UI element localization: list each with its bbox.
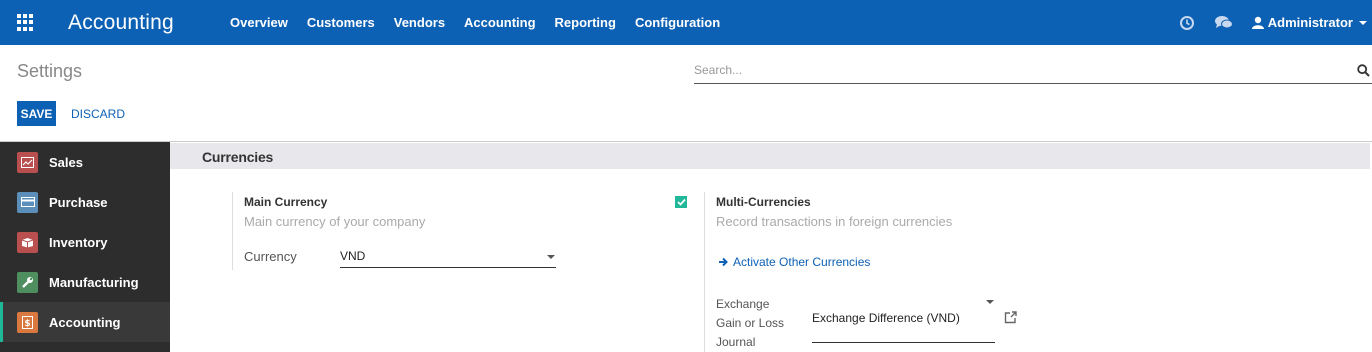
save-button[interactable]: SAVE: [17, 101, 56, 126]
currency-value: VND: [340, 249, 366, 263]
sidebar-item-label: Accounting: [49, 314, 121, 330]
sidebar-item-label: Inventory: [49, 234, 108, 250]
app-title: Accounting: [68, 10, 174, 34]
exchange-journal-label: Exchange Gain or Loss Journal: [716, 295, 796, 352]
invoice-icon: $: [17, 311, 38, 333]
exchange-journal-label-line: Exchange: [716, 297, 770, 311]
apps-grid-icon[interactable]: [17, 13, 35, 32]
multi-currency-checkbox[interactable]: [675, 196, 687, 208]
currency-label: Currency: [244, 249, 297, 264]
top-navbar: Accounting Overview Customers Vendors Ac…: [0, 0, 1372, 45]
control-panel-divider: [0, 141, 1372, 142]
chat-icon[interactable]: [1214, 14, 1233, 32]
user-name: Administrator: [1267, 15, 1353, 30]
menu-customers[interactable]: Customers: [307, 15, 375, 30]
sidebar-item-sales[interactable]: Sales: [0, 142, 170, 182]
user-icon: [1251, 16, 1264, 29]
menu-vendors[interactable]: Vendors: [394, 15, 445, 30]
section-header: Currencies: [170, 143, 1370, 169]
settings-sidebar: Sales Purchase Inventory Manufacturing $…: [0, 142, 170, 352]
sales-chart-icon: [17, 151, 38, 173]
box-icon: [17, 231, 38, 253]
svg-text:$: $: [24, 319, 30, 329]
user-menu[interactable]: Administrator: [1251, 15, 1367, 30]
sidebar-item-label: Purchase: [49, 194, 108, 210]
exchange-journal-label-line: Journal: [716, 335, 756, 349]
credit-card-icon: [17, 191, 38, 213]
exchange-journal-value: Exchange Difference (VND): [812, 311, 960, 325]
setting-divider: [704, 192, 705, 352]
chevron-down-icon: [986, 300, 994, 304]
search-input[interactable]: [694, 60, 1334, 80]
menu-overview[interactable]: Overview: [230, 15, 288, 30]
currency-select[interactable]: VND: [340, 247, 556, 268]
menu-configuration[interactable]: Configuration: [635, 15, 720, 30]
section-title: Currencies: [202, 149, 274, 165]
checkmark-icon: [676, 198, 686, 206]
external-link-icon[interactable]: [1004, 311, 1017, 324]
main-currency-description: Main currency of your company: [244, 214, 426, 229]
sidebar-item-manufacturing[interactable]: Manufacturing: [0, 262, 170, 302]
main-currency-title: Main Currency: [244, 195, 328, 209]
discard-button[interactable]: DISCARD: [71, 107, 125, 121]
exchange-journal-label-line: Gain or Loss: [716, 316, 785, 330]
sidebar-item-label: Sales: [49, 154, 83, 170]
sidebar-item-accounting[interactable]: $ Accounting: [0, 302, 170, 342]
activate-currencies-link[interactable]: Activate Other Currencies: [718, 255, 870, 269]
sidebar-item-label: Manufacturing: [49, 274, 139, 290]
multi-currency-title: Multi-Currencies: [716, 195, 811, 209]
chevron-down-icon: [1359, 20, 1367, 25]
menu-accounting[interactable]: Accounting: [464, 15, 536, 30]
arrow-right-icon: [719, 257, 728, 267]
activate-link-label: Activate Other Currencies: [733, 255, 871, 269]
sidebar-item-inventory[interactable]: Inventory: [0, 222, 170, 262]
multi-currency-description: Record transactions in foreign currencie…: [716, 214, 953, 229]
navbar-right: Administrator: [1178, 0, 1372, 45]
main-menu: Overview Customers Vendors Accounting Re…: [230, 15, 739, 30]
setting-divider: [232, 192, 233, 270]
sidebar-item-purchase[interactable]: Purchase: [0, 182, 170, 222]
chevron-down-icon: [547, 255, 555, 259]
exchange-journal-select[interactable]: Exchange Difference (VND): [812, 296, 995, 343]
page-title: Settings: [17, 61, 83, 81]
search-icon[interactable]: [1357, 64, 1370, 77]
wrench-icon: [17, 271, 38, 293]
clock-icon[interactable]: [1178, 14, 1196, 32]
menu-reporting[interactable]: Reporting: [555, 15, 616, 30]
search-bar: [694, 60, 1372, 84]
